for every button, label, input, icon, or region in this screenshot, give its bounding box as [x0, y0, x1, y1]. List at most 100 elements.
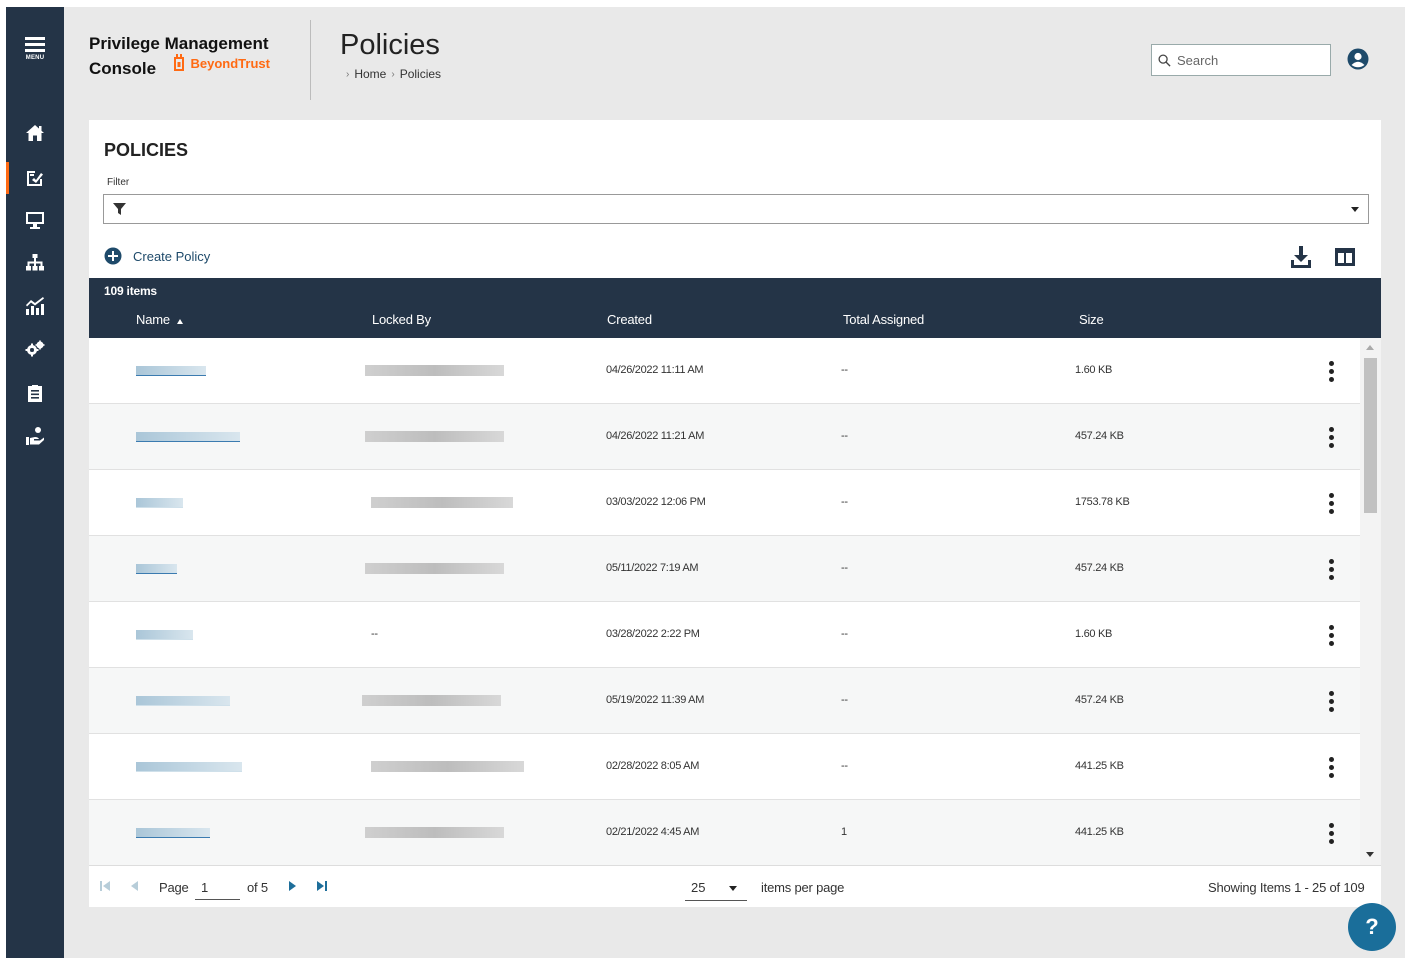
policy-name-link-redacted[interactable]: [136, 564, 177, 574]
help-button[interactable]: ?: [1348, 903, 1396, 951]
locked-by-redacted: [371, 761, 524, 772]
table-row: 02/28/2022 8:05 AM -- 441.25 KB: [89, 734, 1360, 800]
app-frame: MENU Privilege Management Console Beyond…: [6, 7, 1405, 958]
sort-ascending-icon: [176, 319, 183, 324]
table-row: 05/19/2022 11:39 AM -- 457.24 KB: [89, 668, 1360, 734]
policy-name-link-redacted[interactable]: [136, 498, 183, 508]
created-cell: 02/21/2022 4:45 AM: [606, 826, 700, 838]
page-number-input[interactable]: [195, 876, 240, 900]
columns-icon[interactable]: [1334, 247, 1356, 267]
policy-name-link-redacted[interactable]: [136, 696, 230, 706]
breadcrumb-chevron-icon: ›: [391, 68, 395, 80]
breadcrumb-home[interactable]: Home: [354, 67, 386, 81]
column-header-total-assigned[interactable]: Total Assigned: [843, 312, 924, 327]
row-actions-kebab-icon[interactable]: [1319, 556, 1343, 582]
sidebar-item-configuration[interactable]: [6, 329, 64, 369]
first-page-icon: [100, 881, 110, 891]
menu-button[interactable]: MENU: [20, 37, 50, 73]
column-header-created[interactable]: Created: [607, 312, 652, 327]
locked-by-redacted: [365, 431, 504, 442]
home-icon: [26, 125, 44, 141]
grid-scrollbar[interactable]: [1360, 338, 1381, 865]
page-title: Policies: [340, 29, 440, 61]
items-per-page-select[interactable]: 25: [685, 876, 747, 901]
sidebar-item-policies[interactable]: [6, 158, 64, 198]
size-cell: 1.60 KB: [1075, 364, 1113, 376]
row-actions-kebab-icon[interactable]: [1319, 490, 1343, 516]
breadcrumb: › Home › Policies: [346, 67, 441, 81]
row-actions-kebab-icon[interactable]: [1319, 424, 1343, 450]
created-cell: 03/28/2022 2:22 PM: [606, 628, 700, 640]
policy-name-link-redacted[interactable]: [136, 828, 210, 838]
plus-circle-icon: [104, 247, 122, 265]
column-header-name[interactable]: Name: [136, 312, 183, 327]
product-name-line2: Console: [89, 59, 157, 78]
sidebar-item-groups[interactable]: [6, 243, 64, 283]
vendor-logo: BeyondTrust: [171, 54, 270, 72]
search-icon: [1158, 53, 1171, 67]
scrollbar-thumb[interactable]: [1364, 358, 1377, 513]
download-icon[interactable]: [1290, 245, 1312, 269]
row-actions-kebab-icon[interactable]: [1319, 358, 1343, 384]
assigned-cell: --: [841, 760, 848, 772]
assigned-cell: --: [841, 694, 848, 706]
table-row: 03/03/2022 12:06 PM -- 1753.78 KB: [89, 470, 1360, 536]
configuration-icon: [25, 340, 45, 357]
assigned-cell: --: [841, 364, 848, 376]
filter-dropdown[interactable]: [103, 194, 1369, 224]
sidebar-item-computers[interactable]: [6, 200, 64, 240]
assigned-cell: --: [841, 628, 848, 640]
column-header-size[interactable]: Size: [1079, 312, 1104, 327]
header-divider: [310, 20, 311, 100]
row-actions-kebab-icon[interactable]: [1319, 688, 1343, 714]
items-per-page-label: items per page: [761, 880, 845, 895]
policy-name-link-redacted[interactable]: [136, 630, 193, 640]
product-name-line1: Privilege Management: [89, 34, 269, 53]
scroll-down-arrow-icon[interactable]: [1366, 852, 1374, 857]
grid-body: 04/26/2022 11:11 AM -- 1.60 KB 04/26/202…: [89, 338, 1360, 865]
scroll-up-arrow-icon[interactable]: [1366, 345, 1374, 350]
created-cell: 04/26/2022 11:11 AM: [606, 364, 704, 376]
analytics-icon: [26, 297, 44, 315]
sidebar-item-reports[interactable]: [6, 373, 64, 413]
breadcrumb-chevron-icon: ›: [346, 68, 350, 80]
first-page-button[interactable]: [97, 878, 113, 894]
size-cell: 457.24 KB: [1075, 694, 1124, 706]
product-brand: Privilege Management Console BeyondTrust: [89, 34, 270, 79]
pagination-bar: Page of 5 25 items per page Showing Item…: [89, 865, 1381, 907]
computer-icon: [26, 212, 44, 229]
assigned-cell: 1: [841, 826, 847, 838]
policy-editor-icon: [27, 171, 43, 186]
policy-name-link-redacted[interactable]: [136, 432, 240, 442]
table-row: -- 03/28/2022 2:22 PM -- 1.60 KB: [89, 602, 1360, 668]
locked-by-redacted: [371, 497, 513, 508]
sidebar-item-home[interactable]: [6, 113, 64, 153]
policy-name-link-redacted[interactable]: [136, 762, 242, 772]
size-cell: 441.25 KB: [1075, 826, 1124, 838]
policy-name-link-redacted[interactable]: [136, 366, 206, 376]
next-page-button[interactable]: [284, 878, 300, 894]
clipboard-icon: [28, 385, 42, 402]
last-page-button[interactable]: [314, 878, 330, 894]
help-question-icon: ?: [1365, 914, 1379, 939]
sidebar-item-deploy[interactable]: [6, 416, 64, 456]
row-actions-kebab-icon[interactable]: [1319, 820, 1343, 846]
groups-icon: [26, 254, 44, 271]
size-cell: 457.24 KB: [1075, 562, 1124, 574]
previous-page-button[interactable]: [127, 878, 143, 894]
beyondtrust-logo-icon: [173, 54, 184, 71]
created-cell: 05/19/2022 11:39 AM: [606, 694, 705, 706]
locked-by-redacted: [365, 827, 504, 838]
hamburger-icon-bar: [25, 43, 45, 46]
deploy-icon: [26, 427, 44, 445]
previous-page-icon: [131, 881, 138, 891]
table-row: 04/26/2022 11:11 AM -- 1.60 KB: [89, 338, 1360, 404]
column-header-locked-by[interactable]: Locked By: [372, 312, 431, 327]
search-input[interactable]: [1177, 52, 1317, 68]
create-policy-button[interactable]: Create Policy: [104, 247, 210, 265]
sidebar-item-analytics[interactable]: [6, 286, 64, 326]
user-account-icon[interactable]: [1347, 48, 1369, 70]
row-actions-kebab-icon[interactable]: [1319, 622, 1343, 648]
row-actions-kebab-icon[interactable]: [1319, 754, 1343, 780]
hamburger-icon-bar: [25, 49, 45, 52]
